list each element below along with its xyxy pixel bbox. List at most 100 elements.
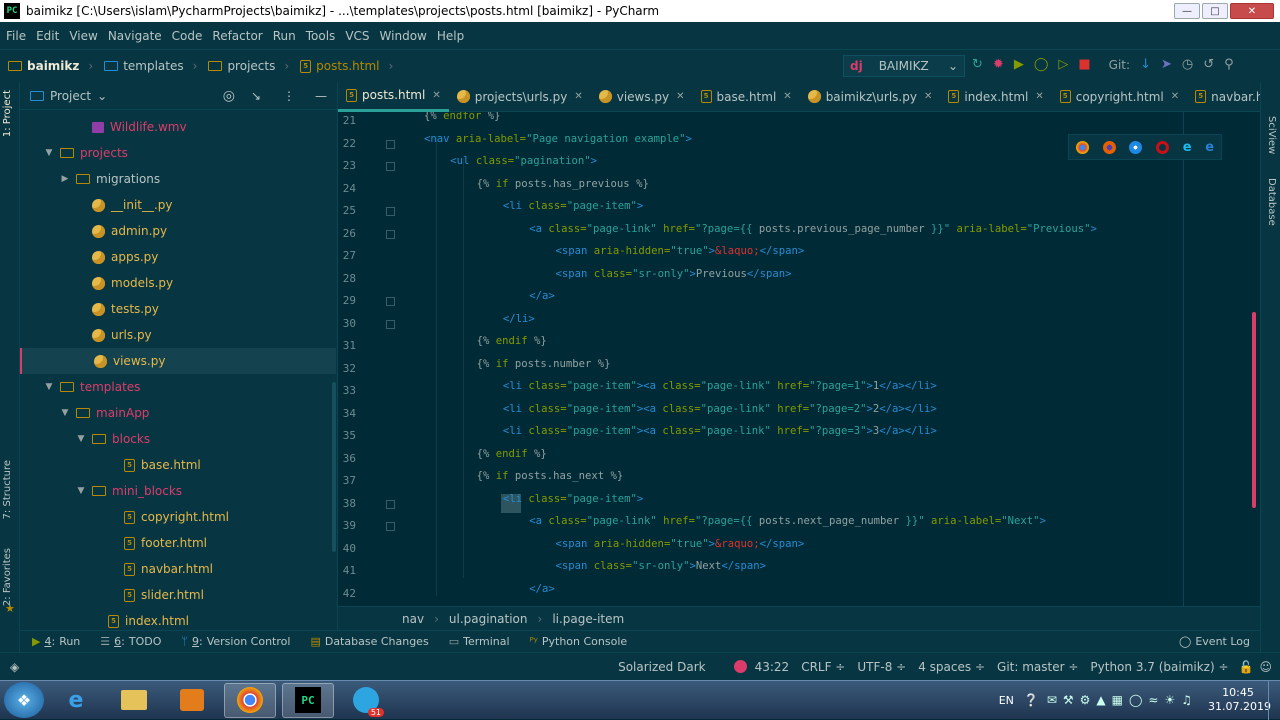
lock-icon[interactable]: 🔓 xyxy=(1239,660,1254,674)
tree-item[interactable]: 5 index.html xyxy=(20,608,336,630)
pycharm-taskbar-icon[interactable]: PC xyxy=(282,682,334,718)
ie-icon[interactable]: e xyxy=(1183,140,1192,155)
event-log-button[interactable]: ◯ Event Log xyxy=(1179,635,1250,648)
code-crumb[interactable]: ul.pagination xyxy=(449,612,528,626)
close-button[interactable]: ✕ xyxy=(1230,3,1274,19)
layers-icon[interactable]: ◈ xyxy=(10,660,19,674)
breadcrumb-projects[interactable]: projects xyxy=(227,59,275,73)
editor-tab[interactable]: baimikz\urls.py ✕ xyxy=(800,82,941,112)
editor-scrollbar[interactable] xyxy=(1252,312,1256,508)
explorer-taskbar-icon[interactable] xyxy=(108,683,160,718)
project-tool-button[interactable]: 1: Project xyxy=(2,90,13,137)
locate-icon[interactable]: ◎ xyxy=(223,88,235,104)
code-crumb[interactable]: li.page-item xyxy=(552,612,624,626)
chrome-icon[interactable] xyxy=(1075,140,1089,154)
menu-code[interactable]: Code xyxy=(172,29,203,43)
menu-view[interactable]: View xyxy=(69,29,97,43)
tool-window-database-changes[interactable]: ▤ Database Changes xyxy=(310,635,428,648)
fold-marker[interactable] xyxy=(386,207,395,216)
clock[interactable]: 10:45 31.07.2019 xyxy=(1208,686,1271,714)
menu-tools[interactable]: Tools xyxy=(306,29,336,43)
code-editor[interactable]: 21 22 23 24 25 26 27 28 29 30 31 32 33 34 35 36 37 38 39 40… xyxy=(338,112,1260,606)
tree-item[interactable]: Wildlife.wmv xyxy=(20,114,336,140)
caret-position[interactable]: 43:22 xyxy=(755,660,790,674)
run-with-coverage-icon[interactable]: ▶ xyxy=(1014,57,1024,73)
ie-taskbar-icon[interactable]: e xyxy=(50,683,102,718)
python-interpreter[interactable]: Python 3.7 (baimikz) ÷ xyxy=(1090,660,1228,674)
tree-item[interactable]: admin.py xyxy=(20,218,336,244)
opera-icon[interactable] xyxy=(1156,140,1170,154)
chevron-down-icon[interactable]: ⌄ xyxy=(97,89,107,103)
menu-file[interactable]: File xyxy=(6,29,26,43)
tree-item[interactable]: ▼ templates xyxy=(20,374,336,400)
project-panel-title[interactable]: Project xyxy=(50,89,91,103)
fold-marker[interactable] xyxy=(386,297,395,306)
tree-item[interactable]: ▼ mainApp xyxy=(20,400,336,426)
chevron-down-icon[interactable]: ▼ xyxy=(76,486,86,496)
hide-panel-icon[interactable]: — xyxy=(315,89,327,103)
line-separator[interactable]: CRLF ÷ xyxy=(801,660,845,674)
tree-item[interactable]: views.py xyxy=(20,348,336,374)
tree-item[interactable]: ▼ blocks xyxy=(20,426,336,452)
tool-window-terminal[interactable]: ▭ Terminal xyxy=(449,635,510,648)
fold-marker[interactable] xyxy=(386,139,395,149)
media-player-taskbar-icon[interactable] xyxy=(166,683,218,718)
editor-tab[interactable]: 5 copyright.html ✕ xyxy=(1052,82,1187,112)
tree-item[interactable]: 5 base.html xyxy=(20,452,336,478)
run-icon[interactable]: ▷ xyxy=(1058,57,1068,73)
tree-scrollbar[interactable] xyxy=(332,382,336,552)
tree-item[interactable]: models.py xyxy=(20,270,336,296)
close-tab-icon[interactable]: ✕ xyxy=(432,90,440,101)
close-tab-icon[interactable]: ✕ xyxy=(1171,91,1179,102)
stop-icon[interactable]: ■ xyxy=(1078,57,1090,73)
favorites-tool-button[interactable]: 2: Favorites xyxy=(2,548,13,606)
chevron-down-icon[interactable]: ▼ xyxy=(60,408,70,418)
close-tab-icon[interactable]: ✕ xyxy=(1035,91,1043,102)
database-tool-button[interactable]: Database xyxy=(1266,178,1277,226)
collapse-icon[interactable]: ↘ xyxy=(251,89,261,103)
tool-window-todo[interactable]: ☰ 6: TODO xyxy=(100,635,161,648)
git-update-icon[interactable]: ↓ xyxy=(1140,57,1151,73)
tree-item[interactable]: ▼ mini_blocks xyxy=(20,478,336,504)
minimize-button[interactable]: — xyxy=(1174,3,1200,19)
search-icon[interactable]: ⚲ xyxy=(1224,57,1234,73)
breadcrumb-file[interactable]: posts.html xyxy=(316,59,379,73)
inspector-icon[interactable]: ☺ xyxy=(1259,660,1272,674)
menu-run[interactable]: Run xyxy=(273,29,296,43)
menu-navigate[interactable]: Navigate xyxy=(108,29,162,43)
start-button[interactable]: ❖ xyxy=(4,682,44,718)
breadcrumb-root[interactable]: baimikz xyxy=(27,59,79,73)
menu-window[interactable]: Window xyxy=(380,29,427,43)
chevron-down-icon[interactable]: ▼ xyxy=(44,382,54,392)
editor-tab[interactable]: projects\urls.py ✕ xyxy=(449,82,591,112)
chevron-right-icon[interactable]: ▶ xyxy=(60,174,70,184)
fold-marker[interactable] xyxy=(386,522,395,531)
tool-window-version-control[interactable]: ᛘ 9: Version Control xyxy=(181,635,290,648)
git-branch[interactable]: Git: master ÷ xyxy=(997,660,1078,674)
tool-window-run[interactable]: ▶ 4: Run xyxy=(32,635,80,648)
fold-marker[interactable] xyxy=(386,499,395,509)
fold-marker[interactable] xyxy=(386,162,395,171)
profile-icon[interactable]: ◯ xyxy=(1034,57,1049,73)
tree-item[interactable]: 5 navbar.html xyxy=(20,556,336,582)
tree-item[interactable]: tests.py xyxy=(20,296,336,322)
structure-tool-button[interactable]: 7: Structure xyxy=(2,460,13,519)
revert-icon[interactable]: ↺ xyxy=(1203,57,1214,73)
menu-refactor[interactable]: Refactor xyxy=(212,29,262,43)
editor-tab[interactable]: 5 posts.html ✕ xyxy=(338,82,449,112)
fold-marker[interactable] xyxy=(386,229,395,239)
close-tab-icon[interactable]: ✕ xyxy=(574,91,582,102)
error-indicator-icon[interactable] xyxy=(733,660,747,673)
tree-item[interactable]: __init__.py xyxy=(20,192,336,218)
tool-window-python-console[interactable]: ᴾʸ Python Console xyxy=(530,635,628,648)
show-desktop-button[interactable] xyxy=(1268,680,1280,720)
debug-icon[interactable]: ✹ xyxy=(993,57,1004,73)
close-tab-icon[interactable]: ✕ xyxy=(924,91,932,102)
git-push-icon[interactable]: ➤ xyxy=(1161,57,1172,73)
tree-item[interactable]: 5 copyright.html xyxy=(20,504,336,530)
chevron-down-icon[interactable]: ▼ xyxy=(76,434,86,444)
more-options-icon[interactable]: ⋮ xyxy=(283,89,295,103)
theme-indicator[interactable]: Solarized Dark xyxy=(618,660,706,674)
tree-item[interactable]: urls.py xyxy=(20,322,336,348)
tray-icons[interactable]: ✉⚒⚙▲▦◯≈☀♫ xyxy=(1047,693,1198,707)
